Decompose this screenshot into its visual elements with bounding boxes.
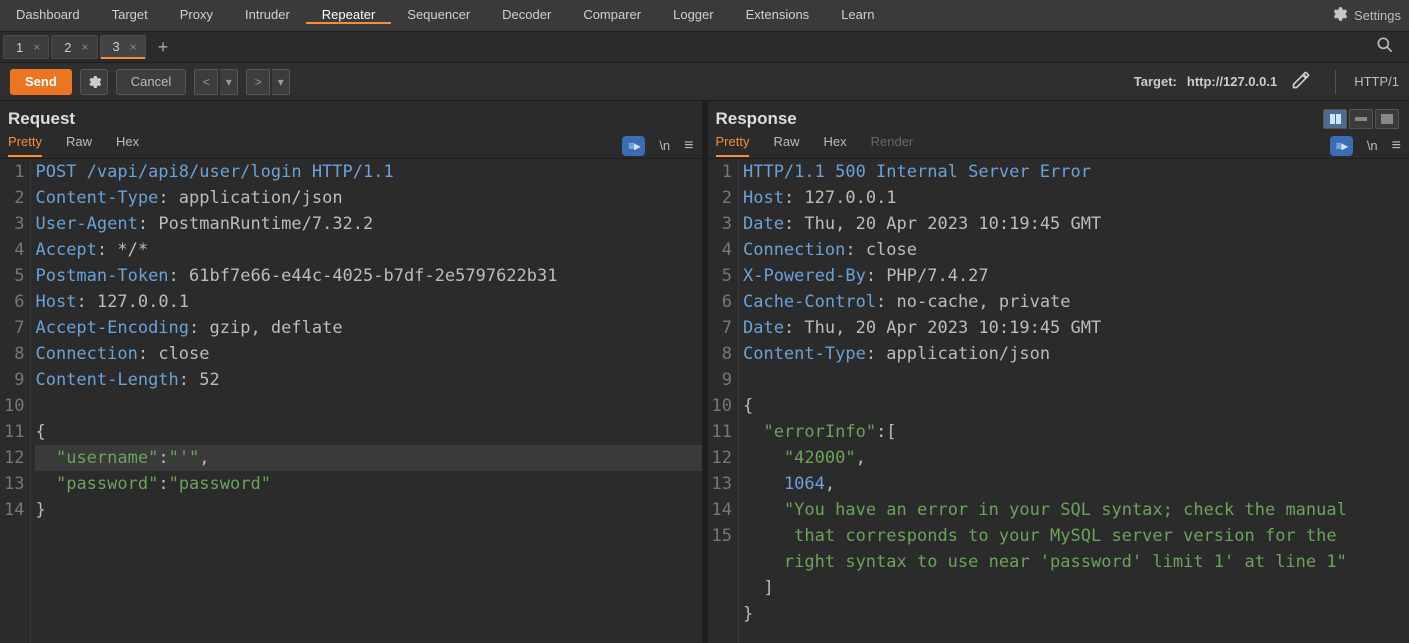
menu-item-logger[interactable]: Logger (657, 7, 729, 22)
response-editor[interactable]: 123456789101112131415 HTTP/1.1 500 Inter… (708, 159, 1409, 643)
code-line[interactable]: "username":"'", (35, 445, 701, 471)
code-line[interactable]: Host: 127.0.0.1 (35, 289, 701, 315)
code-line[interactable]: { (743, 393, 1409, 419)
menu-item-extensions[interactable]: Extensions (730, 7, 826, 22)
response-pane: Response Pretty Raw Hex Render ≡▸ \n ≡ 1234… (708, 101, 1409, 643)
code-line[interactable] (35, 393, 701, 419)
response-subtabs: Pretty Raw Hex Render ≡▸ \n ≡ (708, 129, 1409, 159)
code-line[interactable]: Connection: close (35, 341, 701, 367)
code-line[interactable]: User-Agent: PostmanRuntime/7.32.2 (35, 211, 701, 237)
subtab-hex[interactable]: Hex (116, 134, 139, 157)
code-line[interactable]: ] (743, 575, 1409, 601)
history-back-group: < ▾ (194, 69, 238, 95)
close-icon[interactable]: × (130, 40, 137, 54)
code-line[interactable]: HTTP/1.1 500 Internal Server Error (743, 159, 1409, 185)
http-version[interactable]: HTTP/1 (1354, 74, 1399, 89)
code-line[interactable]: Host: 127.0.0.1 (743, 185, 1409, 211)
menu-bar: DashboardTargetProxyIntruderRepeaterSequ… (0, 0, 1409, 32)
request-editor[interactable]: 1234567891011121314 POST /vapi/api8/user… (0, 159, 702, 643)
subtab-raw[interactable]: Raw (773, 134, 799, 157)
code-line[interactable]: Content-Length: 52 (35, 367, 701, 393)
subtab-render[interactable]: Render (871, 134, 914, 157)
close-icon[interactable]: × (81, 40, 88, 54)
menu-item-decoder[interactable]: Decoder (486, 7, 567, 22)
code-line[interactable]: } (743, 601, 1409, 627)
subtab-hex[interactable]: Hex (823, 134, 846, 157)
response-title: Response (716, 109, 797, 129)
code-line[interactable]: Content-Type: application/json (743, 341, 1409, 367)
history-fwd-group: > ▾ (246, 69, 290, 95)
history-forward-dropdown[interactable]: ▾ (272, 69, 290, 95)
code-line[interactable]: "errorInfo":[ (743, 419, 1409, 445)
menu-item-repeater[interactable]: Repeater (306, 7, 391, 24)
request-actions-icon[interactable]: ≡▸ (622, 136, 645, 156)
history-back-dropdown[interactable]: ▾ (220, 69, 238, 95)
response-menu-icon[interactable]: ≡ (1392, 137, 1401, 155)
code-line[interactable]: "password":"password" (35, 471, 701, 497)
code-line[interactable]: Content-Type: application/json (35, 185, 701, 211)
code-line[interactable]: } (35, 497, 701, 523)
action-options-button[interactable] (80, 69, 108, 95)
close-icon[interactable]: × (33, 40, 40, 54)
action-bar: Send Cancel < ▾ > ▾ Target: http://127.0… (0, 63, 1409, 101)
menu-item-learn[interactable]: Learn (825, 7, 890, 22)
request-subtabs: Pretty Raw Hex ≡▸ \n ≡ (0, 129, 702, 159)
subtab-pretty[interactable]: Pretty (716, 134, 750, 157)
request-pane: Request Pretty Raw Hex ≡▸ \n ≡ 12345678910… (0, 101, 702, 643)
subtab-pretty[interactable]: Pretty (8, 134, 42, 157)
cancel-button[interactable]: Cancel (116, 69, 186, 95)
repeater-tab-2[interactable]: 2× (51, 35, 97, 59)
code-line[interactable]: "42000", (743, 445, 1409, 471)
code-line[interactable]: POST /vapi/api8/user/login HTTP/1.1 (35, 159, 701, 185)
wrap-toggle-icon[interactable]: \n (659, 138, 670, 153)
code-line[interactable]: 1064, (743, 471, 1409, 497)
layout-side-by-side-button[interactable] (1323, 109, 1347, 129)
split-view: Request Pretty Raw Hex ≡▸ \n ≡ 12345678910… (0, 101, 1409, 643)
menu-item-proxy[interactable]: Proxy (164, 7, 229, 22)
code-line[interactable]: that corresponds to your MySQL server ve… (743, 523, 1409, 549)
code-line[interactable]: "You have an error in your SQL syntax; c… (743, 497, 1409, 523)
repeater-tab-3[interactable]: 3× (100, 35, 146, 59)
code-line[interactable]: X-Powered-By: PHP/7.4.27 (743, 263, 1409, 289)
layout-combined-button[interactable] (1375, 109, 1399, 129)
menu-item-intruder[interactable]: Intruder (229, 7, 306, 22)
tab-strip: 1×2×3× + (0, 32, 1409, 63)
code-line[interactable]: right syntax to use near 'password' limi… (743, 549, 1409, 575)
send-button[interactable]: Send (10, 69, 72, 95)
target-url: http://127.0.0.1 (1187, 74, 1277, 89)
menu-item-dashboard[interactable]: Dashboard (0, 7, 96, 22)
request-menu-icon[interactable]: ≡ (684, 137, 693, 155)
search-icon[interactable] (1375, 42, 1395, 59)
code-line[interactable] (743, 367, 1409, 393)
target-label: Target: (1134, 74, 1179, 89)
menu-item-sequencer[interactable]: Sequencer (391, 7, 486, 22)
code-line[interactable]: Date: Thu, 20 Apr 2023 10:19:45 GMT (743, 211, 1409, 237)
history-back-button[interactable]: < (194, 69, 218, 95)
code-line[interactable]: Accept-Encoding: gzip, deflate (35, 315, 701, 341)
history-forward-button[interactable]: > (246, 69, 270, 95)
add-tab-button[interactable]: + (148, 37, 179, 58)
code-line[interactable]: Postman-Token: 61bf7e66-e44c-4025-b7df-2… (35, 263, 701, 289)
code-line[interactable]: { (35, 419, 701, 445)
code-line[interactable]: Cache-Control: no-cache, private (743, 289, 1409, 315)
subtab-raw[interactable]: Raw (66, 134, 92, 157)
code-line[interactable]: Accept: */* (35, 237, 701, 263)
pencil-icon[interactable] (1285, 70, 1317, 93)
repeater-tab-1[interactable]: 1× (3, 35, 49, 59)
request-title: Request (8, 109, 75, 129)
response-actions-icon[interactable]: ≡▸ (1330, 136, 1353, 156)
gear-icon[interactable] (1330, 5, 1348, 26)
menu-item-comparer[interactable]: Comparer (567, 7, 657, 22)
code-line[interactable]: Connection: close (743, 237, 1409, 263)
code-line[interactable]: Date: Thu, 20 Apr 2023 10:19:45 GMT (743, 315, 1409, 341)
layout-stacked-button[interactable] (1349, 109, 1373, 129)
menu-item-target[interactable]: Target (96, 7, 164, 22)
wrap-toggle-icon[interactable]: \n (1367, 138, 1378, 153)
layout-switch (1323, 109, 1399, 129)
settings-label[interactable]: Settings (1354, 8, 1401, 23)
